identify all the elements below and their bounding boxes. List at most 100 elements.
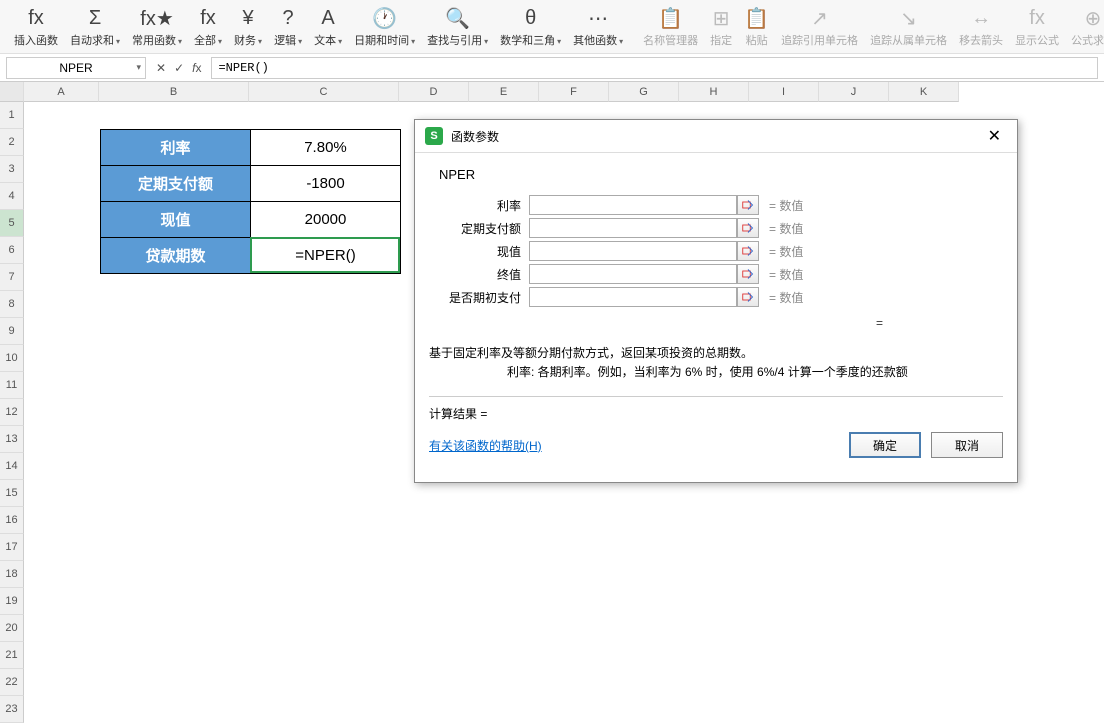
row-head-19[interactable]: 19 [0,588,24,615]
ribbon-显示公式[interactable]: fx 显示公式 [1009,4,1065,50]
row-head-14[interactable]: 14 [0,453,24,480]
function-arguments-dialog: S 函数参数 ✕ NPER 利率 = 数值定期支付额 = 数值现值 = 数值终值… [414,119,1018,483]
row-head-7[interactable]: 7 [0,264,24,291]
ribbon-icon: fx [200,6,216,30]
col-head-G[interactable]: G [609,82,679,102]
row-head-23[interactable]: 23 [0,696,24,723]
ribbon-label: 自动求和 [70,32,120,48]
table-value-cell[interactable]: 20000 [251,202,401,238]
param-input-终值[interactable] [529,264,737,284]
table-value-cell[interactable]: =NPER() [251,238,401,274]
ribbon-日期和时间[interactable]: 🕐日期和时间 [348,4,421,50]
row-head-2[interactable]: 2 [0,129,24,156]
table-header-cell[interactable]: 定期支付额 [101,166,251,202]
fx-icon[interactable]: fx [192,61,201,75]
param-input-利率[interactable] [529,195,737,215]
row-head-10[interactable]: 10 [0,345,24,372]
range-select-icon[interactable] [737,287,759,307]
ribbon-label: 查找与引用 [427,32,488,48]
row-head-16[interactable]: 16 [0,507,24,534]
col-head-B[interactable]: B [99,82,249,102]
col-head-I[interactable]: I [749,82,819,102]
table-header-cell[interactable]: 贷款期数 [101,238,251,274]
row-head-11[interactable]: 11 [0,372,24,399]
col-head-D[interactable]: D [399,82,469,102]
row-head-1[interactable]: 1 [0,102,24,129]
ok-button[interactable]: 确定 [849,432,921,458]
row-head-17[interactable]: 17 [0,534,24,561]
ribbon-icon: ↘ [900,6,917,30]
col-head-C[interactable]: C [249,82,399,102]
cancel-formula-icon[interactable]: ✕ [156,61,166,75]
param-input-是否期初支付[interactable] [529,287,737,307]
col-head-A[interactable]: A [24,82,99,102]
ribbon-icon: ⊕ [1085,6,1102,30]
data-table: 利率7.80%定期支付额-1800现值20000贷款期数=NPER() [100,129,401,274]
ribbon-常用函数[interactable]: fx★常用函数 [126,4,188,50]
ribbon-label: 其他函数 [573,32,623,48]
row-head-15[interactable]: 15 [0,480,24,507]
ribbon-全部[interactable]: fx全部 [188,4,228,50]
row-head-9[interactable]: 9 [0,318,24,345]
ribbon-财务[interactable]: ¥财务 [228,4,268,50]
row-head-21[interactable]: 21 [0,642,24,669]
row-head-8[interactable]: 8 [0,291,24,318]
range-select-icon[interactable] [737,264,759,284]
ribbon-公式求值[interactable]: ⊕公式求值 [1065,4,1104,50]
table-header-cell[interactable]: 现值 [101,202,251,238]
col-head-H[interactable]: H [679,82,749,102]
select-all-corner[interactable] [0,82,24,102]
ribbon-文本[interactable]: A文本 [308,4,348,50]
ribbon-插入函数[interactable]: fx插入函数 [8,4,64,50]
ribbon-移去箭头[interactable]: ↔移去箭头 [953,4,1009,50]
row-head-6[interactable]: 6 [0,237,24,264]
row-head-3[interactable]: 3 [0,156,24,183]
row-head-20[interactable]: 20 [0,615,24,642]
ribbon-粘贴[interactable]: 📋粘贴 [738,4,775,50]
param-preview: = 数值 [769,266,803,283]
row-head-18[interactable]: 18 [0,561,24,588]
table-value-cell[interactable]: -1800 [251,166,401,202]
table-header-cell[interactable]: 利率 [101,130,251,166]
accept-formula-icon[interactable]: ✓ [174,61,184,75]
param-description: 利率: 各期利率。例如，当利率为 6% 时，使用 6%/4 计算一个季度的还款额 [429,363,1003,382]
table-value-cell[interactable]: 7.80% [251,130,401,166]
range-select-icon[interactable] [737,241,759,261]
ribbon-逻辑[interactable]: ?逻辑 [268,4,308,50]
col-head-J[interactable]: J [819,82,889,102]
ribbon-自动求和[interactable]: Σ 自动求和 [64,4,126,50]
row-head-13[interactable]: 13 [0,426,24,453]
name-box[interactable]: NPER [6,57,146,79]
col-head-E[interactable]: E [469,82,539,102]
cancel-button[interactable]: 取消 [931,432,1003,458]
range-select-icon[interactable] [737,218,759,238]
ribbon-label: 逻辑 [274,32,302,48]
ribbon-icon: Σ [89,6,101,30]
param-input-定期支付额[interactable] [529,218,737,238]
ribbon-追踪引用单元格[interactable]: ↗追踪引用单元格 [775,4,864,50]
ribbon-追踪从属单元格[interactable]: ↘ 追踪从属单元格 [864,4,953,50]
row-head-5[interactable]: 5 [0,210,24,237]
row-head-4[interactable]: 4 [0,183,24,210]
param-label: 定期支付额 [429,220,529,237]
range-select-icon[interactable] [737,195,759,215]
param-input-现值[interactable] [529,241,737,261]
ribbon-icon: fx [1029,6,1045,30]
row-head-12[interactable]: 12 [0,399,24,426]
help-link[interactable]: 有关该函数的帮助(H) [429,437,542,454]
close-icon[interactable]: ✕ [982,126,1007,146]
formula-input[interactable]: =NPER() [211,57,1098,79]
ribbon-label: 显示公式 [1015,32,1059,48]
ribbon-label: 追踪从属单元格 [870,32,947,48]
ribbon-其他函数[interactable]: ⋯其他函数 [567,4,629,50]
row-head-22[interactable]: 22 [0,669,24,696]
ribbon-查找与引用[interactable]: 🔍查找与引用 [421,4,494,50]
ribbon-label: 追踪引用单元格 [781,32,858,48]
col-head-K[interactable]: K [889,82,959,102]
ribbon-数学和三角[interactable]: θ数学和三角 [494,4,567,50]
col-head-F[interactable]: F [539,82,609,102]
ribbon-icon: 📋 [658,6,683,30]
ribbon-toolbar: fx插入函数 Σ 自动求和 fx★常用函数fx全部¥财务?逻辑A文本🕐日期和时间🔍查找… [0,0,1104,54]
ribbon-名称管理器[interactable]: 📋名称管理器 [637,4,704,50]
ribbon-指定[interactable]: ⊞指定 [704,4,738,50]
